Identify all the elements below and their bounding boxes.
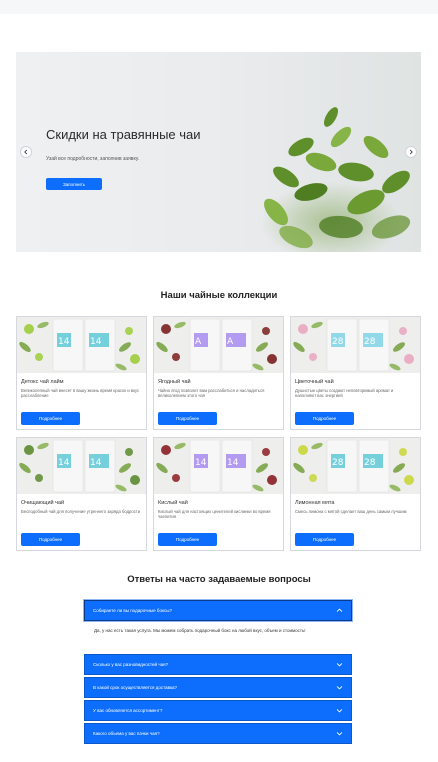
faq-question-button[interactable]: Какого объема у вас пачки чая?: [84, 723, 352, 744]
tea-pack-image: AA: [154, 317, 283, 373]
collection-card: 14 14 Детокс чай лайм Великолепный чай внес…: [16, 316, 147, 430]
svg-text:14: 14: [58, 458, 70, 468]
hero-carousel: Скидки на травянные чаи Узай все подробн…: [16, 52, 421, 252]
chevron-down-icon: [336, 709, 343, 713]
faq-question-label: Собираете ли вы подарочные боксы?: [93, 608, 173, 613]
faq-question-button[interactable]: В какой срок осуществляется доставка?: [84, 677, 352, 698]
faq-question-button[interactable]: Собираете ли вы подарочные боксы?: [84, 600, 352, 621]
faq-question-label: У вас обновляется ассортимент?: [93, 708, 163, 713]
svg-text:14: 14: [90, 337, 102, 347]
svg-text:14: 14: [195, 458, 207, 468]
svg-text:28: 28: [332, 458, 344, 468]
card-description: Великолепный чай внесет в вашу жизнь вре…: [21, 388, 140, 399]
svg-text:14: 14: [58, 337, 70, 347]
card-details-button[interactable]: Подробнее: [21, 412, 80, 425]
hero-title: Скидки на травянные чаи: [46, 127, 201, 142]
tea-pack-image: 14 14: [17, 438, 146, 494]
card-title: Кислый чай: [158, 500, 188, 506]
chevron-left-icon: [24, 149, 28, 155]
card-details-button[interactable]: Подробнее: [21, 533, 80, 546]
collection-card: A A Ягодный чай Чайно ягод позволит вам рас…: [153, 316, 284, 430]
faq-title: Ответы на часто задаваемые вопросы: [127, 574, 311, 585]
card-description: Чайно ягод позволит вам расслабиться и н…: [158, 388, 265, 399]
tea-pack-image: 28 28: [291, 317, 420, 373]
faq-question-label: Какого объема у вас пачки чая?: [93, 731, 160, 736]
svg-text:A: A: [195, 337, 202, 347]
tea-pack-image: 14 14: [154, 438, 283, 494]
card-description: Душистые цветы создают неповторимый аром…: [295, 388, 394, 399]
card-title: Очищающий чай: [21, 500, 65, 506]
chevron-down-icon: [336, 663, 343, 667]
tea-pack-image: 28 28: [291, 438, 420, 494]
collection-card: 28 28 Лимонная мята Смесь лимона с мятой сд…: [290, 437, 421, 551]
card-details-button[interactable]: Подробнее: [295, 533, 354, 546]
carousel-prev-button[interactable]: [20, 146, 32, 158]
svg-text:28: 28: [364, 337, 376, 347]
svg-text:28: 28: [332, 337, 344, 347]
faq-question-button[interactable]: У вас обновляется ассортимент?: [84, 700, 352, 721]
card-title: Ягодный чай: [158, 379, 191, 385]
card-description: Кислый чай для настоящих ценителей кисли…: [158, 509, 271, 520]
chevron-down-icon: [336, 732, 343, 736]
top-navbar: [0, 0, 438, 14]
carousel-next-button[interactable]: [405, 146, 417, 158]
svg-text:28: 28: [364, 458, 376, 468]
faq-question-label: Сколько у вас разновидностей чая?: [93, 662, 169, 667]
faq-question-label: В какой срок осуществляется доставка?: [93, 685, 178, 690]
card-details-button[interactable]: Подробнее: [158, 412, 217, 425]
card-title: Лимонная мята: [295, 500, 335, 506]
faq-question-button[interactable]: Сколько у вас разновидностей чая?: [84, 654, 352, 675]
svg-text:14: 14: [227, 458, 239, 468]
faq-answer-text: Да, у нас есть такая услуга. Мы можем со…: [94, 628, 306, 633]
collections-title: Наши чайные коллекции: [160, 290, 278, 301]
tea-pack-image: 14 14: [17, 317, 146, 373]
chevron-down-icon: [336, 686, 343, 690]
card-details-button[interactable]: Подробнее: [158, 533, 217, 546]
hero-plant-image: [261, 107, 411, 252]
collection-card: 28 28 Цветочный чай Душистые цветы создают …: [290, 316, 421, 430]
hero-subtitle: Узай все подробности, заполнив заявку.: [46, 156, 140, 162]
collection-card: 14 14 Очищающий чай Бесподобный чай для пол…: [16, 437, 147, 551]
hero-cta-button[interactable]: Заполнить: [46, 178, 102, 190]
card-description: Смесь лимона с мятой сделает ваш день са…: [295, 509, 407, 514]
card-title: Детокс чай лайм: [21, 379, 64, 385]
card-title: Цветочный чай: [295, 379, 334, 385]
collection-card: 14 14 Кислый чай Кислый чай для настоящих ц…: [153, 437, 284, 551]
card-description: Бесподобный чай для получение утреннего …: [21, 509, 141, 514]
chevron-right-icon: [409, 149, 413, 155]
svg-text:14: 14: [90, 458, 102, 468]
chevron-up-icon: [336, 608, 343, 612]
card-details-button[interactable]: Подробнее: [295, 412, 354, 425]
svg-text:A: A: [227, 337, 234, 347]
